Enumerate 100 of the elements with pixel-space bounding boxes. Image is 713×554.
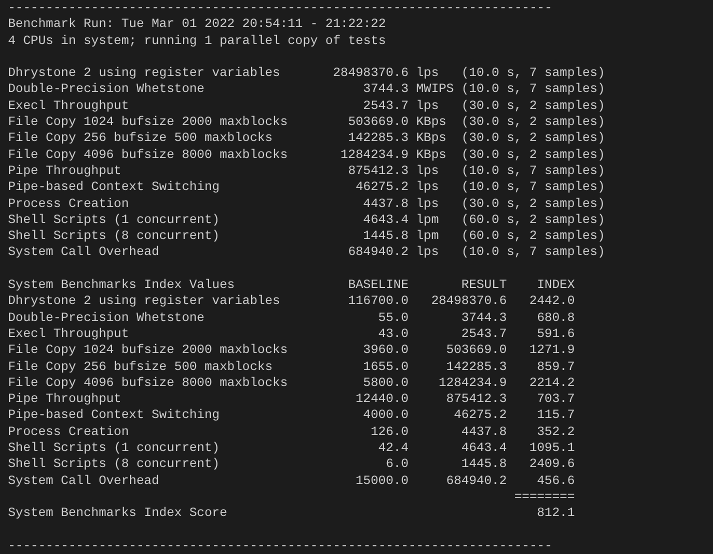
- unit-label: KBps: [416, 130, 448, 147]
- result-value: 2543.7: [460, 326, 507, 342]
- result-value: 1445.8: [460, 456, 507, 473]
- benchmark-name: Shell Scripts (8 concurrent): [8, 228, 221, 244]
- benchmark-name: Execl Throughput: [8, 98, 130, 114]
- sample-info: (60.0 s, 2 samples): [461, 212, 605, 228]
- result-value: 28498370.6: [332, 65, 409, 82]
- result-value: 142285.3: [445, 358, 507, 375]
- result-value: 28498370.6: [430, 293, 507, 310]
- run-info: Benchmark Run: Tue Mar 01 2022 20:54:11 - 21:22:22: [8, 16, 386, 33]
- benchmark-name: Process Creation: [8, 424, 130, 440]
- result-value: 875412.3: [347, 162, 409, 180]
- cpu-info: 4 CPUs in system; running 1 parallel copy of tests: [8, 32, 386, 49]
- benchmark-name: Pipe-based Context Switching: [8, 179, 221, 196]
- index-value: 456.6: [536, 472, 575, 489]
- sample-info: (60.0 s, 2 samples): [461, 228, 605, 244]
- result-value: 4643.4: [362, 212, 409, 228]
- baseline-value: 4000.0: [362, 407, 409, 424]
- unit-label: lps: [416, 196, 440, 212]
- result-value: 684940.2: [445, 472, 507, 489]
- baseline-value: 42.4: [377, 440, 409, 456]
- benchmark-name: System Call Overhead: [8, 244, 160, 261]
- result-value: 3744.3: [460, 310, 507, 326]
- baseline-value: 5800.0: [362, 374, 409, 392]
- index-value: 2214.2: [528, 374, 575, 392]
- unit-label: lps: [416, 98, 440, 114]
- index-value: 591.6: [536, 326, 575, 342]
- sample-info: (10.0 s, 7 samples): [461, 244, 605, 261]
- benchmark-name: Shell Scripts (8 concurrent): [8, 456, 221, 473]
- column-header: BASELINE: [347, 277, 409, 294]
- baseline-value: 6.0: [384, 456, 409, 473]
- index-value: 680.8: [536, 310, 575, 326]
- benchmark-name: Shell Scripts (1 concurrent): [8, 440, 221, 456]
- benchmark-name: Dhrystone 2 using register variables: [8, 65, 282, 82]
- benchmark-name: File Copy 256 bufsize 500 maxblocks: [8, 130, 274, 147]
- unit-label: lps: [416, 244, 440, 261]
- index-value: 352.2: [536, 424, 575, 440]
- result-value: 46275.2: [354, 179, 409, 196]
- column-header: INDEX: [536, 277, 575, 294]
- baseline-value: 12440.0: [354, 391, 409, 408]
- benchmark-name: Pipe-based Context Switching: [8, 407, 221, 424]
- benchmark-name: File Copy 4096 bufsize 8000 maxblocks: [8, 374, 289, 392]
- index-value: 1095.1: [528, 440, 575, 456]
- index-value: 1271.9: [528, 342, 575, 359]
- unit-label: lpm: [416, 212, 440, 228]
- sample-info: (30.0 s, 2 samples): [461, 130, 605, 147]
- sample-info: (10.0 s, 7 samples): [461, 179, 605, 196]
- benchmark-name: File Copy 1024 bufsize 2000 maxblocks: [8, 114, 289, 130]
- sample-info: (10.0 s, 7 samples): [461, 162, 605, 180]
- result-value: 503669.0: [347, 114, 409, 130]
- baseline-value: 55.0: [377, 310, 409, 326]
- unit-label: KBps: [416, 146, 448, 163]
- index-value: 2442.0: [528, 293, 575, 310]
- result-value: 1284234.9: [438, 374, 507, 392]
- sample-info: (30.0 s, 2 samples): [461, 114, 605, 130]
- score-value: 812.1: [536, 505, 575, 522]
- result-value: 142285.3: [347, 130, 409, 147]
- result-value: 503669.0: [445, 342, 507, 359]
- benchmark-name: Dhrystone 2 using register variables: [8, 293, 282, 310]
- sample-info: (30.0 s, 2 samples): [461, 196, 605, 212]
- benchmark-name: Double-Precision Whetstone: [8, 81, 206, 98]
- unit-label: lpm: [416, 228, 440, 244]
- baseline-value: 15000.0: [354, 472, 409, 489]
- column-header: RESULT: [460, 277, 507, 294]
- index-value: 115.7: [536, 407, 575, 424]
- baseline-value: 1655.0: [362, 358, 409, 375]
- baseline-value: 43.0: [377, 326, 409, 342]
- benchmark-name: Pipe Throughput: [8, 162, 122, 180]
- unit-label: KBps: [416, 114, 448, 130]
- benchmark-name: Execl Throughput: [8, 326, 130, 342]
- unit-label: lps: [416, 179, 440, 196]
- result-value: 4643.4: [460, 440, 507, 456]
- baseline-value: 3960.0: [362, 342, 409, 359]
- result-value: 4437.8: [362, 196, 409, 212]
- benchmark-name: File Copy 4096 bufsize 8000 maxblocks: [8, 146, 289, 163]
- benchmark-name: Process Creation: [8, 196, 130, 212]
- result-value: 1284234.9: [340, 146, 409, 163]
- score-label: System Benchmarks Index Score: [8, 505, 228, 522]
- separator-line: ------------------------------------------------------------------------: [8, 0, 552, 16]
- baseline-value: 126.0: [370, 424, 409, 440]
- result-value: 875412.3: [445, 391, 507, 408]
- benchmark-name: File Copy 256 bufsize 500 maxblocks: [8, 358, 274, 375]
- result-value: 2543.7: [362, 98, 409, 114]
- result-value: 46275.2: [452, 407, 507, 424]
- benchmark-name: Shell Scripts (1 concurrent): [8, 212, 221, 228]
- index-value: 2409.6: [528, 456, 575, 473]
- separator-line: ------------------------------------------------------------------------: [8, 538, 552, 554]
- sample-info: (30.0 s, 2 samples): [461, 98, 605, 114]
- result-value: 4437.8: [460, 424, 507, 440]
- sample-info: (30.0 s, 2 samples): [461, 146, 605, 163]
- result-value: 684940.2: [347, 244, 409, 261]
- unit-label: lps: [416, 162, 440, 180]
- benchmark-name: System Call Overhead: [8, 472, 160, 489]
- sample-info: (10.0 s, 7 samples): [461, 65, 605, 82]
- benchmark-name: File Copy 1024 bufsize 2000 maxblocks: [8, 342, 289, 359]
- sample-info: (10.0 s, 7 samples): [461, 81, 605, 98]
- result-value: 3744.3: [362, 81, 409, 98]
- index-value: 859.7: [536, 358, 575, 375]
- column-header: System Benchmarks Index Values: [8, 277, 236, 294]
- unit-label: lps: [416, 65, 440, 82]
